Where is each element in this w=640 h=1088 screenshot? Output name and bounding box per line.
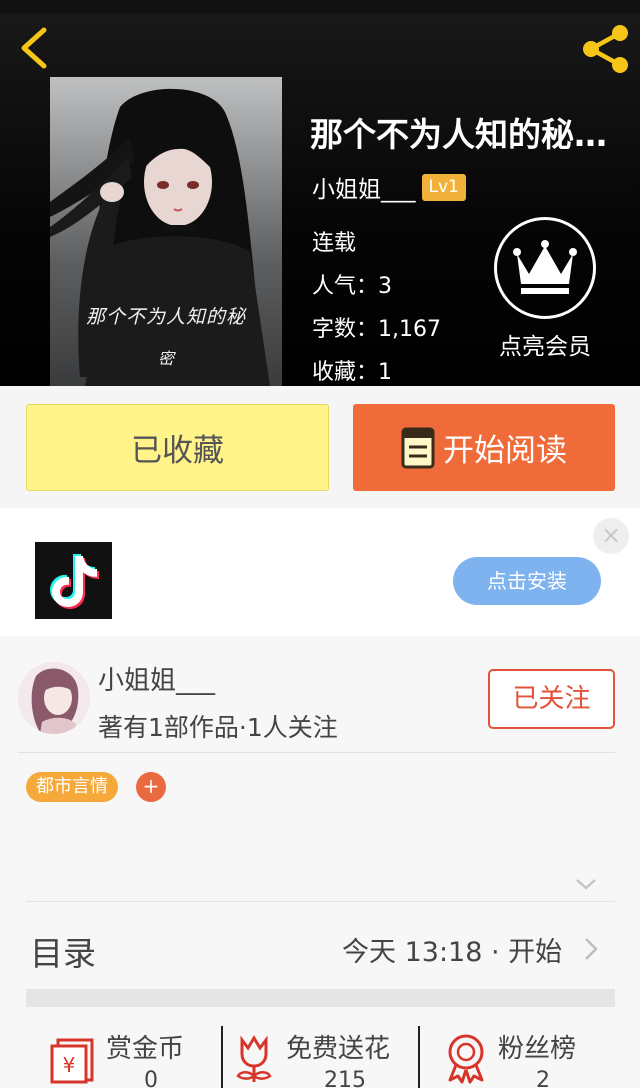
ad-banner: 点击安装 × — [0, 508, 640, 636]
status-bar — [0, 0, 640, 14]
genre-tag[interactable]: 都市言情 — [26, 772, 118, 802]
chevron-right-icon[interactable] — [583, 936, 599, 962]
stat-value: 0 — [144, 1068, 158, 1088]
stat-value: 215 — [324, 1068, 366, 1088]
share-icon — [583, 25, 628, 73]
book-header: 那个不为人知的秘 密 那个不为人知的秘… 小姐姐___ Lv1 连载 人气：3 … — [0, 0, 640, 386]
action-bar: 已收藏 开始阅读 — [0, 386, 640, 508]
vip-label[interactable]: 点亮会员 — [480, 327, 610, 361]
divider — [221, 1026, 223, 1088]
toc-title[interactable]: 目录 — [30, 927, 96, 975]
toc-update[interactable]: 今天 13:18 · 开始 — [342, 930, 562, 969]
divider — [18, 752, 615, 753]
favorites-stat: 收藏：1 — [312, 360, 392, 385]
follow-button[interactable]: 已关注 — [488, 669, 615, 729]
favorite-button[interactable]: 已收藏 — [26, 404, 329, 491]
stat-label: 免费送花 — [286, 1034, 391, 1064]
book-cover[interactable]: 那个不为人知的秘 密 — [50, 77, 282, 386]
book-title: 那个不为人知的秘… — [310, 115, 607, 154]
start-reading-button[interactable]: 开始阅读 — [353, 404, 615, 491]
favorite-label: 已收藏 — [131, 433, 224, 469]
author-card-name[interactable]: 小姐姐___ — [98, 660, 215, 697]
chevron-down-icon[interactable] — [574, 874, 598, 894]
cover-caption: 那个不为人知的秘 — [85, 306, 246, 328]
serial-status: 连载 — [312, 231, 357, 256]
avatar-illustration — [18, 662, 90, 734]
cover-illustration — [50, 88, 270, 386]
send-flower-button[interactable]: 免费送花 215 — [234, 1024, 414, 1088]
word-count-stat: 字数：1,167 — [312, 317, 441, 342]
start-reading-label: 开始阅读 — [443, 433, 567, 469]
avatar[interactable] — [18, 662, 90, 734]
install-button[interactable]: 点击安装 — [453, 557, 601, 605]
medal-icon — [448, 1034, 484, 1084]
svg-text:¥: ¥ — [63, 1053, 76, 1077]
tiktok-icon[interactable] — [35, 542, 112, 619]
reward-coins-button[interactable]: ¥ 赏金币 0 — [50, 1024, 220, 1088]
flower-icon — [236, 1035, 272, 1082]
popularity-stat: 人气：3 — [312, 274, 392, 299]
stat-label: 粉丝榜 — [498, 1034, 577, 1064]
author-card-info: 著有1部作品·1人关注 — [98, 713, 338, 742]
vip-button[interactable] — [494, 217, 596, 319]
cover-caption-2: 密 — [157, 349, 174, 368]
divider — [418, 1026, 420, 1088]
stat-label: 赏金币 — [106, 1034, 185, 1064]
section-separator — [26, 989, 615, 1007]
close-icon[interactable]: × — [593, 518, 629, 554]
book-icon — [401, 427, 435, 468]
fan-ranking-button[interactable]: 粉丝榜 2 — [444, 1024, 614, 1088]
tiktok-logo — [50, 554, 99, 609]
back-button[interactable] — [14, 24, 58, 72]
red-envelope-icon: ¥ — [50, 1038, 94, 1084]
level-badge: Lv1 — [421, 173, 466, 201]
divider — [26, 901, 615, 902]
author-line[interactable]: 小姐姐___ Lv1 — [312, 170, 466, 204]
author-section: 小姐姐___ 著有1部作品·1人关注 已关注 都市言情 + 目录 今天 13:1… — [0, 636, 640, 1088]
back-arrow-icon — [21, 27, 47, 69]
share-button[interactable] — [578, 24, 634, 74]
author-name[interactable]: 小姐姐___ — [312, 170, 416, 204]
add-tag-button[interactable]: + — [136, 772, 166, 802]
stat-value: 2 — [536, 1068, 550, 1088]
crown-icon — [513, 240, 577, 294]
